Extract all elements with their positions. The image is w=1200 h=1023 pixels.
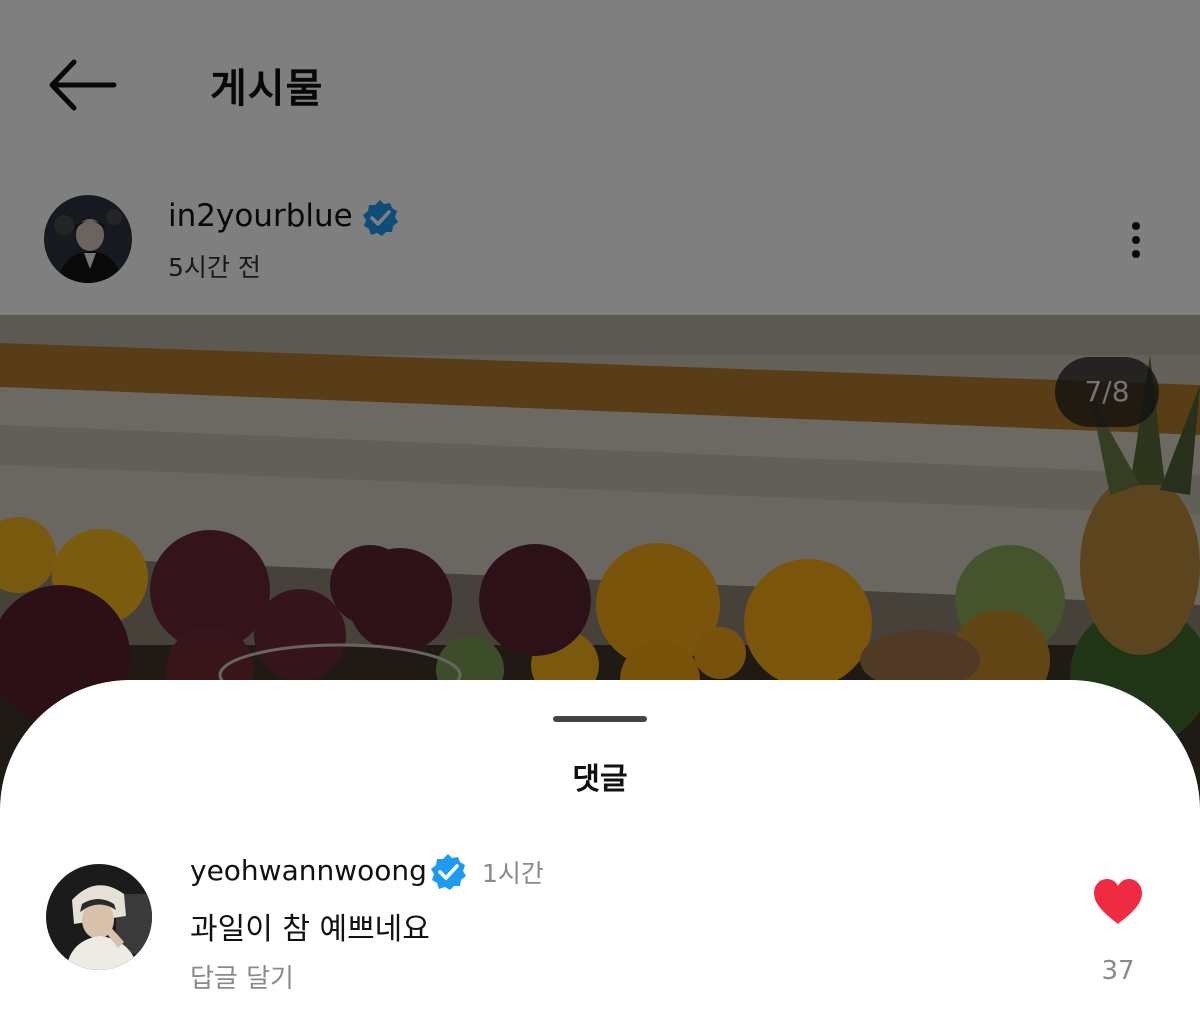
comment-text: 과일이 참 예쁘네요 bbox=[190, 912, 430, 947]
comment-item: yeohwannwoong 1시간 과일이 참 예쁘네요 답글 달기 37 bbox=[0, 840, 1200, 1020]
comments-sheet: 댓글 yeohwannwoong 1시간 과일이 참 예쁘네요 답글 달기 37 bbox=[0, 680, 1200, 1023]
like-button[interactable] bbox=[1092, 878, 1144, 926]
commenter-username[interactable]: yeohwannwoong bbox=[190, 854, 427, 887]
comment-timestamp: 1시간 bbox=[482, 859, 544, 888]
comments-title: 댓글 bbox=[572, 762, 628, 797]
heart-icon bbox=[1094, 879, 1142, 924]
like-count: 37 bbox=[1101, 956, 1135, 986]
verified-badge-icon bbox=[431, 854, 466, 890]
sheet-drag-handle[interactable] bbox=[553, 716, 647, 722]
reply-button[interactable]: 답글 달기 bbox=[190, 958, 294, 995]
commenter-avatar[interactable] bbox=[46, 864, 152, 970]
